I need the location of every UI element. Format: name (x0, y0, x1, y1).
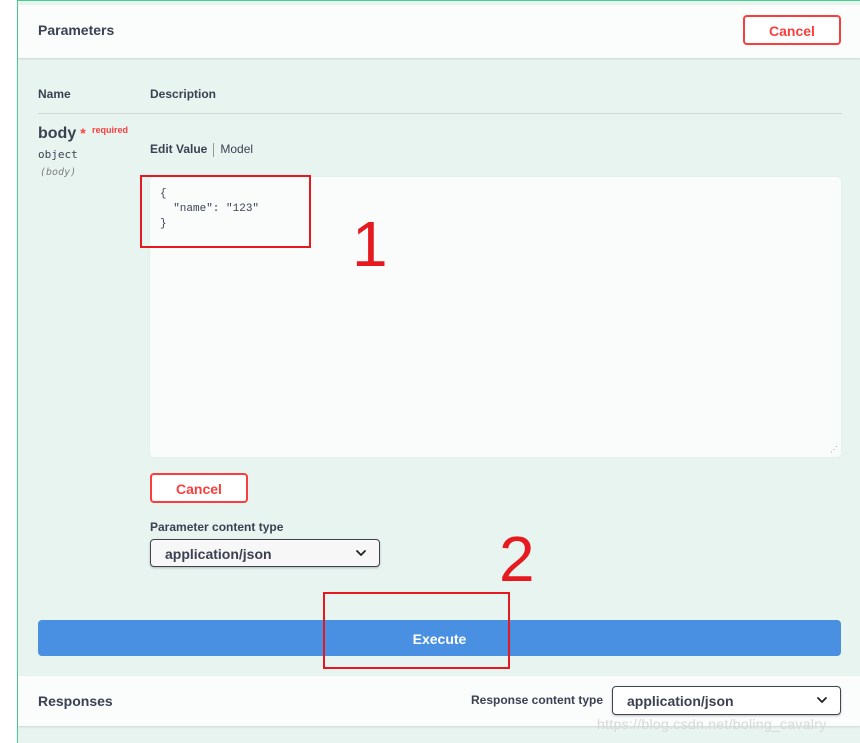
value-tabs: Edit Value Model (150, 142, 253, 157)
column-header-name: Name (38, 87, 71, 101)
param-name: body * (38, 125, 86, 143)
param-location: (body) (40, 167, 77, 178)
resize-handle-icon[interactable]: ⋰ (830, 446, 838, 454)
response-content-type-label: Response content type (471, 693, 604, 707)
tab-model[interactable]: Model (220, 142, 253, 156)
required-star: * (80, 125, 86, 141)
annotation-number-2: 2 (499, 523, 535, 595)
tab-edit-value[interactable]: Edit Value (150, 142, 207, 156)
chevron-down-icon (817, 697, 827, 703)
watermark: https://blog.csdn.net/boling_cavalry (597, 716, 827, 732)
required-label: required (92, 125, 129, 135)
parameter-content-type-label: Parameter content type (150, 520, 284, 534)
param-name-label: body (38, 125, 77, 142)
column-divider (38, 113, 842, 114)
parameter-content-type-select[interactable]: application/json (150, 539, 380, 567)
responses-title: Responses (38, 693, 113, 709)
annotation-number-1: 1 (352, 208, 388, 280)
parameters-title: Parameters (38, 22, 115, 38)
parameters-header: Parameters Cancel (18, 5, 860, 58)
param-type: object (38, 148, 78, 161)
chevron-down-icon (356, 550, 366, 556)
response-content-type-value: application/json (627, 693, 734, 709)
parameter-content-type-value: application/json (165, 546, 272, 562)
column-header-description: Description (150, 87, 217, 101)
cancel-body-button[interactable]: Cancel (150, 473, 248, 503)
annotation-box-2 (323, 592, 510, 669)
annotation-box-1 (140, 175, 311, 248)
response-content-type-select[interactable]: application/json (612, 686, 841, 715)
tab-separator (213, 142, 215, 157)
cancel-try-out-button[interactable]: Cancel (743, 15, 841, 45)
